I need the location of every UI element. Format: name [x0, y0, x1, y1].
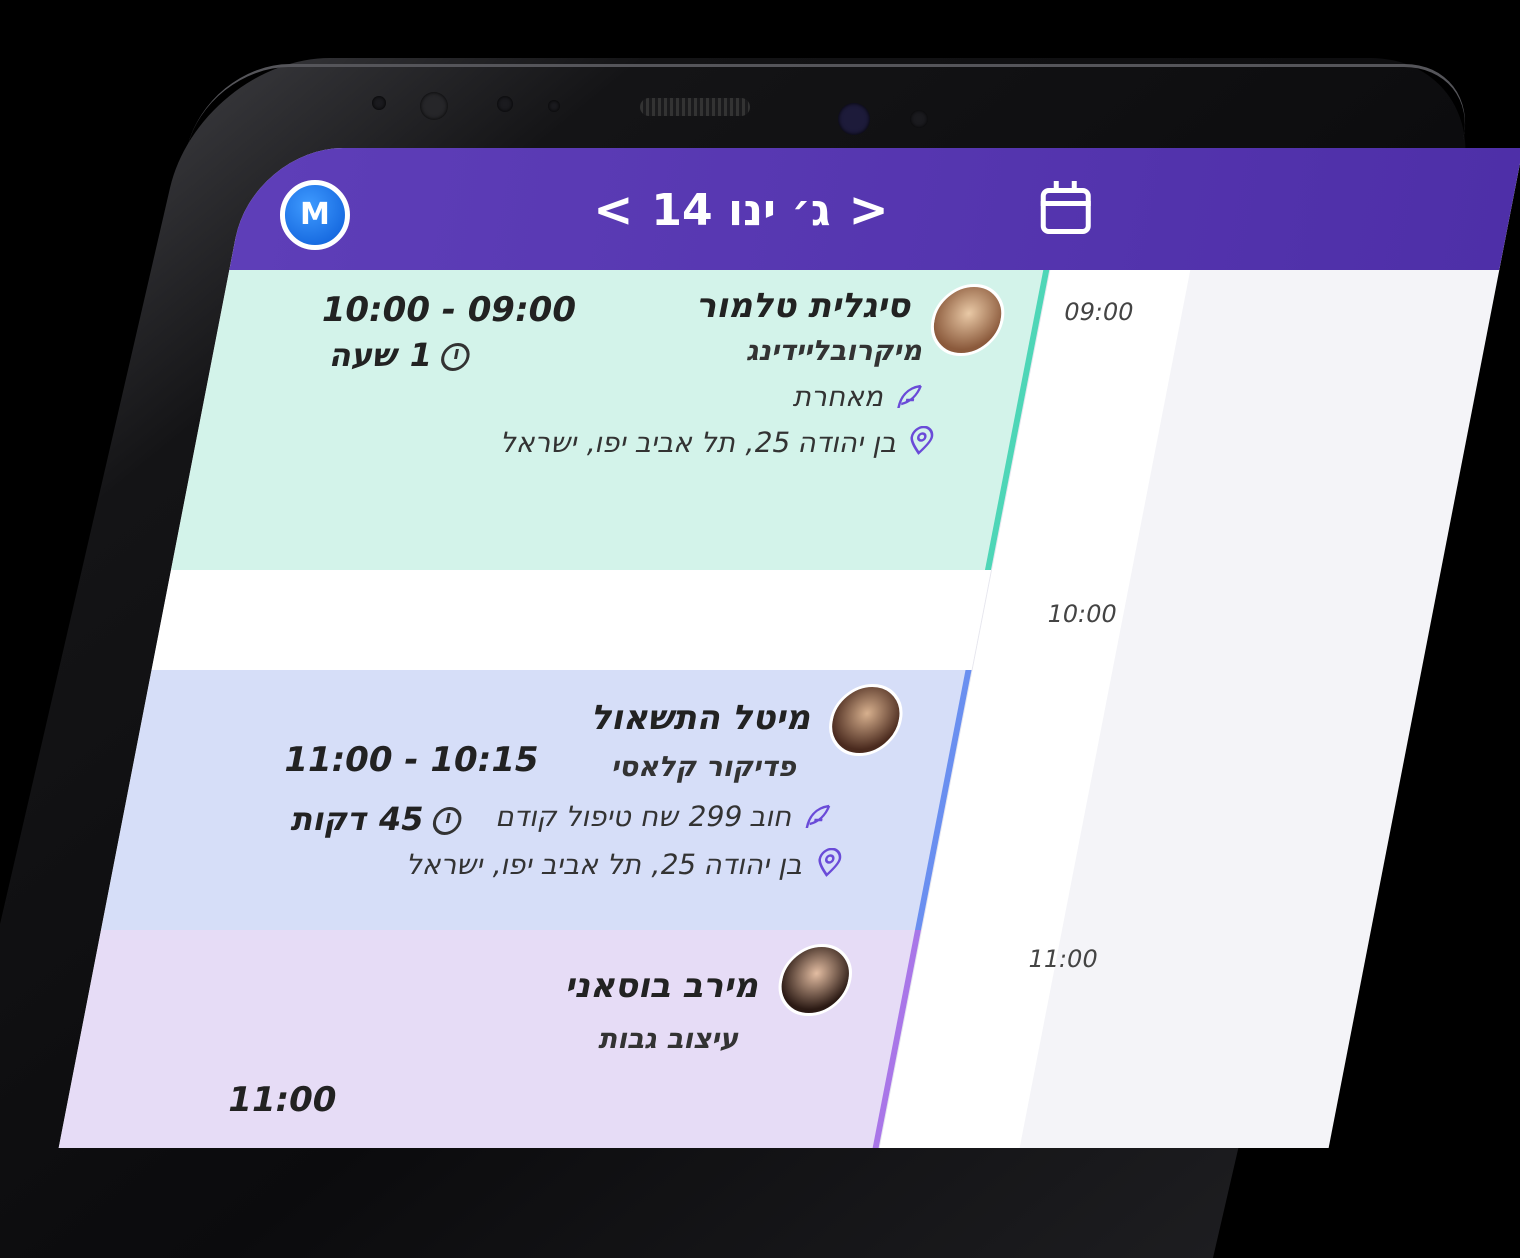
- speaker-grille: [640, 98, 750, 116]
- time-range: 11:00: [224, 1080, 341, 1120]
- client-avatar: [772, 944, 859, 1016]
- app-header: M < ג׳ ינו 14 >: [229, 148, 1520, 270]
- app-screen: M < ג׳ ינו 14 > 09:00 10:00 11:00 סיגלית…: [58, 148, 1520, 1148]
- service-name: עיצוב גבות: [596, 1022, 744, 1055]
- feather-icon: [897, 384, 922, 409]
- sensor-icon: [497, 96, 513, 112]
- user-avatar[interactable]: M: [279, 180, 350, 250]
- clock-icon: [430, 807, 464, 835]
- time-range: 11:00 - 10:15: [280, 740, 543, 780]
- duration: 45 דקות: [289, 800, 465, 838]
- iris-camera-icon: [838, 103, 870, 135]
- time-label-1000: 10:00: [1044, 600, 1120, 628]
- date-navigator: < ג׳ ינו 14 >: [581, 180, 901, 240]
- clock-icon: [438, 343, 473, 371]
- sensor-icon: [372, 96, 386, 110]
- appointment-card[interactable]: מיטל התשאול פדיקור קלאסי חוב 299 שח טיפו…: [100, 670, 972, 930]
- client-avatar: [822, 684, 909, 756]
- time-label-0900: 09:00: [1061, 298, 1137, 326]
- time-range: 10:00 - 09:00: [317, 290, 580, 330]
- appointment-address: בן יהודה 25, תל אביב יפו, ישראל: [498, 426, 901, 459]
- front-camera-icon: [420, 92, 448, 120]
- client-name: סיגלית טלמור: [694, 286, 917, 326]
- chevron-right-icon[interactable]: >: [848, 180, 888, 240]
- time-label-1100: 11:00: [1025, 945, 1101, 973]
- appointment-note: מאחרת: [791, 380, 888, 413]
- feather-icon: [805, 804, 831, 829]
- client-avatar: [924, 284, 1011, 356]
- client-name: מירב בוסאני: [562, 966, 764, 1006]
- chevron-left-icon[interactable]: <: [593, 180, 633, 240]
- free-slot[interactable]: [151, 570, 991, 670]
- appointment-card[interactable]: סיגלית טלמור מיקרובליידינג מאחרת בן יהוד…: [170, 270, 1050, 570]
- service-name: מיקרובליידינג: [744, 334, 927, 367]
- duration: 1 שעה: [327, 336, 473, 374]
- location-pin-icon: [910, 426, 934, 455]
- appointment-card[interactable]: מירב בוסאני עיצוב גבות 11:00: [58, 930, 921, 1148]
- location-pin-icon: [818, 848, 842, 877]
- service-name: פדיקור קלאסי: [609, 750, 801, 783]
- sensor-icon: [548, 100, 560, 112]
- appointment-address: בן יהודה 25, תל אביב יפו, ישראל: [404, 848, 807, 881]
- sensor-icon: [910, 110, 928, 128]
- calendar-icon[interactable]: [1040, 188, 1091, 234]
- appointment-note: חוב 299 שח טיפול קודם: [493, 800, 797, 833]
- current-date: ג׳ ינו 14: [651, 184, 831, 236]
- client-name: מיטל התשאול: [588, 698, 817, 738]
